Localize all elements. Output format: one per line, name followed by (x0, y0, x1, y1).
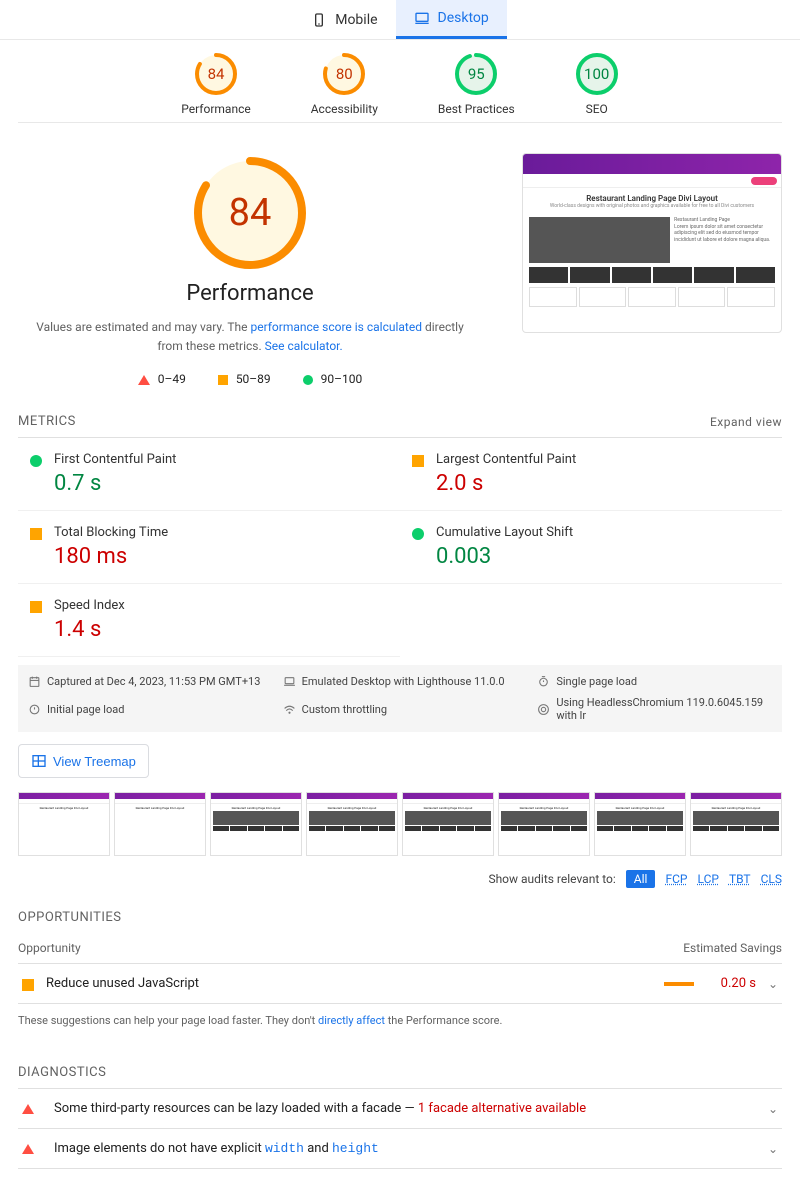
gauge-accessibility-label: Accessibility (311, 102, 378, 116)
opportunity-value: 0.20 s (706, 976, 756, 991)
opp-col-savings: Estimated Savings (683, 941, 782, 955)
wifi-icon (283, 703, 296, 716)
metric-lcp-value: 2.0 s (436, 471, 770, 496)
score-legend: 0–49 50–89 90–100 (18, 372, 482, 386)
gauge-bestpractices[interactable]: 95 Best Practices (438, 52, 515, 116)
filter-cls[interactable]: CLS (761, 872, 782, 886)
metrics-grid: First Contentful Paint0.7 s Largest Cont… (18, 437, 782, 657)
circle-green-icon (30, 455, 42, 467)
filmstrip-frame: Restaurant Landing Page Divi Layout (210, 792, 302, 856)
env-headless: Using HeadlessChromium 119.0.6045.159 wi… (537, 696, 772, 722)
metric-fcp: First Contentful Paint0.7 s (18, 438, 400, 511)
tab-mobile[interactable]: Mobile (293, 0, 395, 39)
tab-desktop[interactable]: Desktop (396, 0, 507, 39)
triangle-red-icon (138, 375, 150, 385)
diagnostics-header: DIAGNOSTICS (18, 1065, 106, 1080)
link-score-calc[interactable]: performance score is calculated (251, 320, 422, 334)
opportunity-text: Reduce unused JavaScript (46, 976, 652, 991)
metric-cls-value: 0.003 (436, 544, 770, 569)
square-orange-icon (30, 601, 42, 613)
square-orange-icon (412, 455, 424, 467)
metric-cls: Cumulative Layout Shift0.003 (400, 511, 782, 584)
gauge-performance-score: 84 (194, 52, 238, 96)
triangle-red-icon (22, 1104, 34, 1114)
gauge-seo-label: SEO (575, 102, 619, 116)
big-score: 84 (190, 153, 310, 273)
big-title: Performance (18, 281, 482, 306)
metric-fcp-value: 0.7 s (54, 471, 388, 496)
filters-label: Show audits relevant to: (488, 872, 615, 886)
diagnostic-row[interactable]: Some third-party resources can be lazy l… (18, 1089, 782, 1129)
filmstrip-frame: Restaurant Landing Page Divi Layout (402, 792, 494, 856)
gauge-performance-label: Performance (181, 102, 250, 116)
env-single: Single page load (537, 675, 772, 688)
square-orange-icon (22, 979, 34, 991)
filmstrip: Restaurant Landing Page Divi Layout Rest… (18, 792, 782, 856)
diagnostic-row[interactable]: Image elements do not have explicit widt… (18, 1129, 782, 1169)
filmstrip-frame: Restaurant Landing Page Divi Layout (114, 792, 206, 856)
tab-mobile-label: Mobile (335, 12, 377, 28)
filmstrip-frame: Restaurant Landing Page Divi Layout (498, 792, 590, 856)
gauge-bestpractices-score: 95 (454, 52, 498, 96)
gauge-accessibility-score: 80 (322, 52, 366, 96)
triangle-red-icon (22, 1144, 34, 1154)
filmstrip-frame: Restaurant Landing Page Divi Layout (690, 792, 782, 856)
device-tabs: Mobile Desktop (0, 0, 800, 40)
opp-col-name: Opportunity (18, 941, 81, 955)
expand-view-toggle[interactable]: Expand view (710, 415, 782, 429)
filmstrip-frame: Restaurant Landing Page Divi Layout (18, 792, 110, 856)
filter-tbt[interactable]: TBT (729, 872, 751, 886)
score-description: Values are estimated and may vary. The p… (18, 318, 482, 356)
filter-all[interactable]: All (626, 870, 656, 888)
filmstrip-frame: Restaurant Landing Page Divi Layout (306, 792, 398, 856)
metric-si: Speed Index1.4 s (18, 584, 400, 657)
circle-green-icon (303, 375, 313, 385)
chevron-down-icon: ⌄ (768, 977, 778, 991)
chrome-icon (537, 703, 550, 716)
opportunities-header: OPPORTUNITIES (18, 910, 122, 925)
filmstrip-frame: Restaurant Landing Page Divi Layout (594, 792, 686, 856)
desktop-icon (414, 10, 430, 26)
gauge-accessibility[interactable]: 80 Accessibility (311, 52, 378, 116)
filter-fcp[interactable]: FCP (665, 872, 687, 886)
gauge-seo-score: 100 (575, 52, 619, 96)
env-captured: Captured at Dec 4, 2023, 11:53 PM GMT+13 (28, 675, 263, 688)
metrics-header: METRICS (18, 414, 76, 429)
link-directly-affect[interactable]: directly affect (318, 1014, 385, 1027)
calendar-icon (28, 675, 41, 688)
metric-lcp: Largest Contentful Paint2.0 s (400, 438, 782, 511)
gauge-performance[interactable]: 84 Performance (181, 52, 250, 116)
square-orange-icon (30, 528, 42, 540)
view-treemap-button[interactable]: View Treemap (18, 744, 149, 778)
chevron-down-icon: ⌄ (768, 1102, 778, 1116)
gauge-bestpractices-label: Best Practices (438, 102, 515, 116)
treemap-icon (31, 753, 47, 769)
env-throttling: Custom throttling (283, 696, 518, 722)
timer-icon (537, 675, 550, 688)
filter-lcp[interactable]: LCP (697, 872, 718, 886)
gauge-row: 84 Performance 80 Accessibility 95 Best … (18, 40, 782, 123)
audit-filters: Show audits relevant to: All FCP LCP TBT… (18, 870, 782, 888)
page-screenshot: Restaurant Landing Page Divi Layout Worl… (522, 153, 782, 333)
big-gauge-performance: 84 (190, 153, 310, 273)
opportunity-bar (664, 982, 694, 986)
tab-desktop-label: Desktop (438, 10, 489, 26)
link-calculator[interactable]: See calculator. (265, 339, 343, 353)
metric-tbt-value: 180 ms (54, 544, 388, 569)
gauge-seo[interactable]: 100 SEO (575, 52, 619, 116)
metric-si-value: 1.4 s (54, 617, 388, 642)
power-icon (28, 703, 41, 716)
opportunities-note: These suggestions can help your page loa… (18, 1004, 782, 1047)
environment-info: Captured at Dec 4, 2023, 11:53 PM GMT+13… (18, 665, 782, 732)
laptop-icon (283, 675, 296, 688)
opportunity-row[interactable]: Reduce unused JavaScript 0.20 s ⌄ (18, 964, 782, 1004)
env-initial: Initial page load (28, 696, 263, 722)
metric-tbt: Total Blocking Time180 ms (18, 511, 400, 584)
square-orange-icon (218, 375, 228, 385)
circle-green-icon (412, 528, 424, 540)
chevron-down-icon: ⌄ (768, 1142, 778, 1156)
mobile-icon (311, 12, 327, 28)
env-emulated: Emulated Desktop with Lighthouse 11.0.0 (283, 675, 518, 688)
